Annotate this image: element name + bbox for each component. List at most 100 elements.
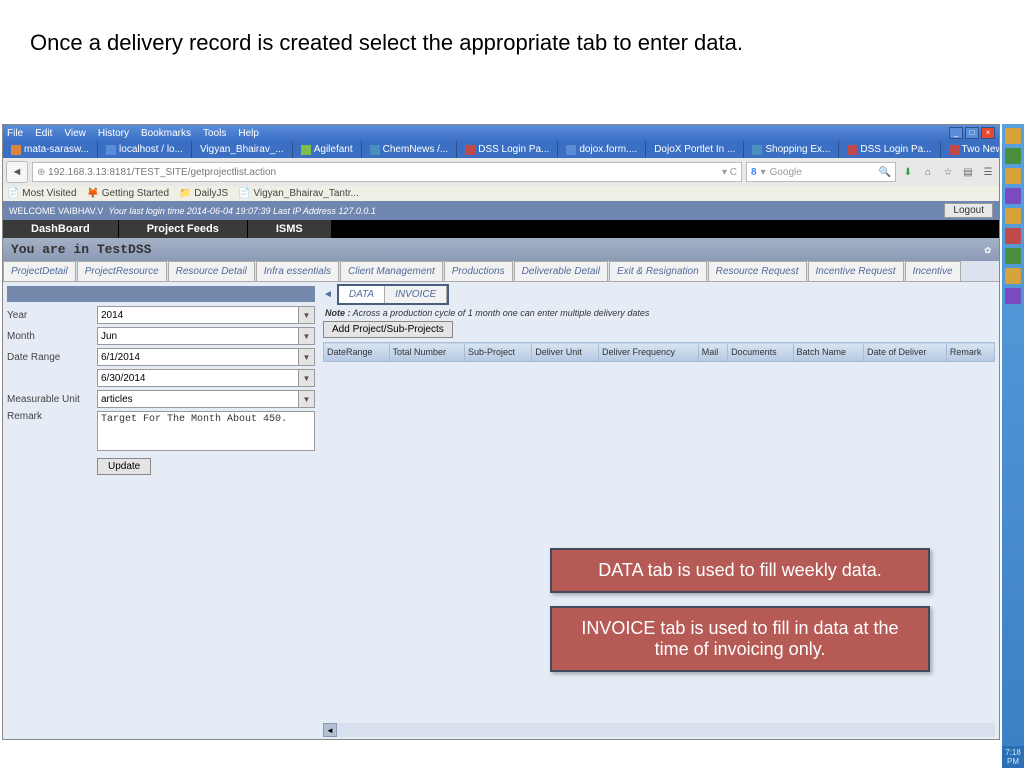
subtab-incentive[interactable]: Incentive (905, 261, 961, 281)
bookmark-icon[interactable]: ☆ (940, 164, 956, 180)
subtab-projectresource[interactable]: ProjectResource (77, 261, 167, 281)
menu-tools[interactable]: Tools (203, 128, 226, 139)
subtab-projectdetail[interactable]: ProjectDetail (3, 261, 76, 281)
subtab-resourcereq[interactable]: Resource Request (708, 261, 807, 281)
col-batchname[interactable]: Batch Name (793, 343, 863, 362)
update-button[interactable]: Update (97, 458, 151, 475)
browser-tab[interactable]: DSS Login Pa... (457, 141, 558, 158)
chevron-down-icon: ▼ (298, 391, 314, 407)
remark-label: Remark (7, 411, 97, 422)
menu-icon[interactable]: ☰ (980, 164, 996, 180)
menu-file[interactable]: File (7, 128, 23, 139)
col-remark[interactable]: Remark (946, 343, 994, 362)
bookmarks-bar: 📄 Most Visited 🦊 Getting Started 📁 Daily… (3, 186, 999, 201)
browser-tab[interactable]: dojox.form.... (558, 141, 646, 158)
tray-icon[interactable] (1005, 148, 1021, 164)
add-project-button[interactable]: Add Project/Sub-Projects (323, 321, 453, 338)
browser-tab[interactable]: DojoX Portlet In ... (646, 141, 744, 158)
tab-data[interactable]: DATA (339, 286, 385, 303)
close-icon[interactable]: × (981, 127, 995, 139)
back-button[interactable]: ◄ (6, 161, 28, 183)
windows-sidebar (1002, 124, 1024, 768)
home-icon[interactable]: ⌂ (920, 164, 936, 180)
deliveries-table: DateRange Total Number Sub-Project Deliv… (323, 342, 995, 362)
col-totalnumber[interactable]: Total Number (389, 343, 464, 362)
browser-tab[interactable]: Two New Pla... (941, 141, 999, 158)
year-label: Year (7, 310, 97, 321)
search-icon[interactable]: 🔍 (879, 167, 891, 178)
gear-icon[interactable]: ✿ (984, 243, 991, 257)
favicon-icon (949, 145, 959, 155)
search-input[interactable]: 8▾Google🔍 (746, 162, 896, 182)
subtab-exit[interactable]: Exit & Resignation (609, 261, 707, 281)
instruction-text: Once a delivery record is created select… (0, 0, 1024, 74)
browser-tab[interactable]: Vigyan_Bhairav_... (192, 141, 293, 158)
col-deliverunit[interactable]: Deliver Unit (532, 343, 599, 362)
bookmark-item[interactable]: 🦊 Getting Started (87, 188, 170, 199)
scroll-left-icon[interactable]: ◄ (323, 723, 337, 737)
subtab-productions[interactable]: Productions (444, 261, 513, 281)
col-dateofdeliver[interactable]: Date of Deliver (864, 343, 947, 362)
browser-tabs: mata-sarasw... localhost / lo... Vigyan_… (3, 141, 999, 158)
year-select[interactable]: 2014▼ (97, 306, 315, 324)
col-deliverfreq[interactable]: Deliver Frequency (599, 343, 699, 362)
tray-icon[interactable] (1005, 268, 1021, 284)
month-select[interactable]: Jun▼ (97, 327, 315, 345)
browser-tab[interactable]: ChemNews /... (362, 141, 458, 158)
col-documents[interactable]: Documents (728, 343, 793, 362)
browser-tab[interactable]: mata-sarasw... (3, 141, 98, 158)
tray-icon[interactable] (1005, 248, 1021, 264)
favicon-icon (11, 145, 21, 155)
bookmark-item[interactable]: 📁 DailyJS (179, 188, 228, 199)
download-icon[interactable]: ⬇ (900, 164, 916, 180)
tray-icon[interactable] (1005, 168, 1021, 184)
list-icon[interactable]: ▤ (960, 164, 976, 180)
col-subproject[interactable]: Sub-Project (464, 343, 531, 362)
menu-history[interactable]: History (98, 128, 129, 139)
month-label: Month (7, 331, 97, 342)
date-from-input[interactable]: 6/1/2014▼ (97, 348, 315, 366)
callout-data-tab: DATA tab is used to fill weekly data. (550, 548, 930, 593)
tray-icon[interactable] (1005, 228, 1021, 244)
bookmark-item[interactable]: 📄 Most Visited (7, 188, 77, 199)
tab-invoice[interactable]: INVOICE (385, 286, 447, 303)
menu-edit[interactable]: Edit (35, 128, 52, 139)
unit-select[interactable]: articles▼ (97, 390, 315, 408)
tray-icon[interactable] (1005, 188, 1021, 204)
horizontal-scrollbar[interactable]: ◄ (323, 723, 995, 737)
nav-isms[interactable]: ISMS (248, 220, 332, 238)
browser-tab[interactable]: localhost / lo... (98, 141, 192, 158)
menu-view[interactable]: View (64, 128, 86, 139)
subtab-client[interactable]: Client Management (340, 261, 443, 281)
subtab-infra[interactable]: Infra essentials (256, 261, 339, 281)
date-to-input[interactable]: 6/30/2014▼ (97, 369, 315, 387)
subtab-deliverable[interactable]: Deliverable Detail (514, 261, 608, 281)
chevron-down-icon: ▼ (298, 328, 314, 344)
data-invoice-tabs: DATA INVOICE (337, 284, 449, 305)
browser-tab[interactable]: Agilefant (293, 141, 362, 158)
favicon-icon (465, 145, 475, 155)
chevron-left-icon[interactable]: ◄ (323, 289, 333, 300)
logout-button[interactable]: Logout (944, 203, 993, 218)
col-daterange[interactable]: DateRange (324, 343, 390, 362)
nav-dashboard[interactable]: DashBoard (3, 220, 119, 238)
tray-icon[interactable] (1005, 128, 1021, 144)
remark-textarea[interactable]: Target For The Month About 450. (97, 411, 315, 451)
menu-help[interactable]: Help (238, 128, 259, 139)
maximize-icon[interactable]: □ (965, 127, 979, 139)
system-clock: 7:18 PM (1002, 746, 1024, 768)
nav-project-feeds[interactable]: Project Feeds (119, 220, 248, 238)
favicon-icon (847, 145, 857, 155)
browser-tab[interactable]: Shopping Ex... (744, 141, 839, 158)
tray-icon[interactable] (1005, 208, 1021, 224)
menu-bookmarks[interactable]: Bookmarks (141, 128, 191, 139)
col-mail[interactable]: Mail (698, 343, 727, 362)
tray-icon[interactable] (1005, 288, 1021, 304)
url-input[interactable]: ⊕ 192.168.3.13:8181/TEST_SITE/getproject… (32, 162, 742, 182)
subtab-incentivereq[interactable]: Incentive Request (808, 261, 904, 281)
bookmark-item[interactable]: 📄 Vigyan_Bhairav_Tantr... (238, 188, 359, 199)
minimize-icon[interactable]: _ (949, 127, 963, 139)
unit-label: Measurable Unit (7, 394, 97, 405)
browser-tab[interactable]: DSS Login Pa... (839, 141, 940, 158)
subtab-resourcedetail[interactable]: Resource Detail (168, 261, 255, 281)
